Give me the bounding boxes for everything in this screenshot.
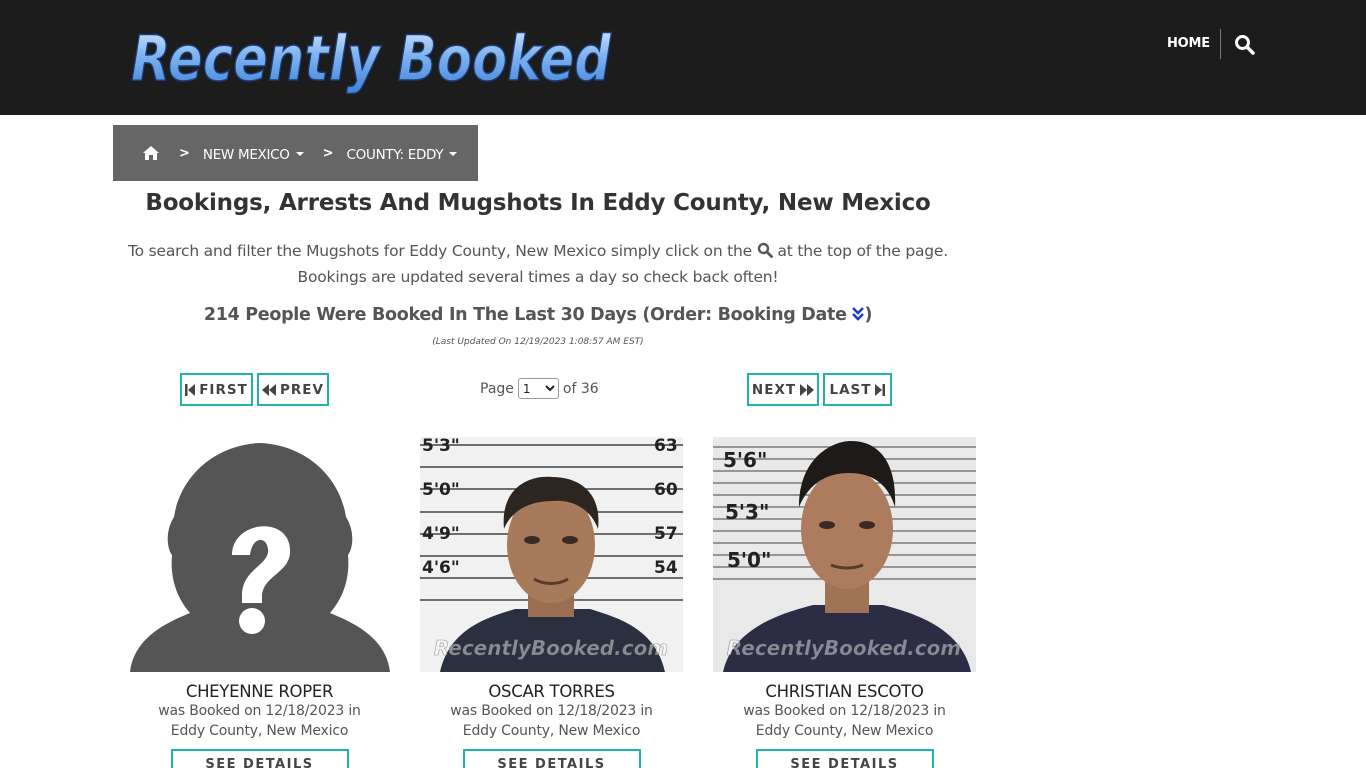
watermark-text: RecentlyBooked.com xyxy=(434,636,668,660)
prev-page-label: PREV xyxy=(280,381,324,398)
height-mark: 57 xyxy=(654,524,678,544)
logo-text: Recently Booked xyxy=(131,22,612,94)
nav-home-link[interactable]: HOME xyxy=(1167,36,1210,51)
search-icon xyxy=(757,240,773,258)
prev-icon xyxy=(262,383,277,396)
page-total: of 36 xyxy=(562,380,599,397)
breadcrumb-separator: > xyxy=(322,145,334,161)
site-logo[interactable]: Recently Booked xyxy=(125,14,620,94)
booking-count: 214 People Were Booked In The Last 30 Da… xyxy=(113,305,963,325)
page-select[interactable]: 1 xyxy=(517,378,559,399)
sort-order-icon[interactable] xyxy=(852,306,865,322)
person-name[interactable]: CHEYENNE ROPER xyxy=(128,682,391,701)
prev-page-button[interactable]: PREV xyxy=(257,373,329,406)
breadcrumb-county-label: COUNTY: EDDY xyxy=(346,146,444,163)
next-page-label: NEXT xyxy=(751,381,797,398)
chevron-down-icon xyxy=(295,152,304,156)
booking-card: 5'3" 5'0" 4'9" 4'6" 63 60 57 54 Recently… xyxy=(420,437,683,768)
booking-info: was Booked on 12/18/2023 in Eddy County,… xyxy=(420,701,683,741)
page-label: Page xyxy=(480,380,514,397)
breadcrumb-state[interactable]: NEW MEXICO xyxy=(203,144,304,163)
booking-location-line: Eddy County, New Mexico xyxy=(170,723,349,739)
first-icon xyxy=(185,383,196,396)
booking-count-close: ) xyxy=(864,305,873,325)
height-mark: 4'6" xyxy=(422,558,460,578)
height-mark: 54 xyxy=(654,558,678,578)
page-selector: Page 1 of 36 xyxy=(480,378,599,399)
home-icon[interactable] xyxy=(142,145,160,161)
breadcrumb-county[interactable]: COUNTY: EDDY xyxy=(347,144,458,163)
intro-text-after: at the top of the page. xyxy=(777,242,949,260)
height-mark: 5'3" xyxy=(725,500,769,524)
height-mark: 63 xyxy=(654,437,678,456)
breadcrumb-state-label: NEW MEXICO xyxy=(202,146,290,163)
height-mark: 4'9" xyxy=(422,524,460,544)
mugshot-placeholder-image[interactable] xyxy=(128,437,391,672)
next-page-button[interactable]: NEXT xyxy=(747,373,819,406)
last-updated: (Last Updated On 12/19/2023 1:08:57 AM E… xyxy=(432,337,644,347)
watermark-text: RecentlyBooked.com xyxy=(727,636,961,660)
last-page-button[interactable]: LAST xyxy=(823,373,892,406)
breadcrumb-separator: > xyxy=(179,145,190,161)
height-mark: 60 xyxy=(654,480,678,500)
site-header: Recently Booked HOME xyxy=(0,0,1366,115)
height-mark: 5'3" xyxy=(422,437,460,456)
height-mark: 5'6" xyxy=(723,448,767,472)
intro-text-before: To search and filter the Mugshots for Ed… xyxy=(128,242,753,260)
first-page-label: FIRST xyxy=(199,381,248,398)
booking-location-line: Eddy County, New Mexico xyxy=(462,723,641,739)
last-icon xyxy=(875,383,886,396)
mugshot-image[interactable]: 5'3" 5'0" 4'9" 4'6" 63 60 57 54 Recently… xyxy=(420,437,683,672)
height-mark: 5'0" xyxy=(727,548,771,572)
last-page-label: LAST xyxy=(829,381,872,398)
booking-date-line: was Booked on 12/18/2023 in xyxy=(450,703,653,719)
booking-location-line: Eddy County, New Mexico xyxy=(755,723,934,739)
search-icon[interactable] xyxy=(1234,34,1256,56)
intro-text-line2: Bookings are updated several times a day… xyxy=(297,268,779,286)
booking-info: was Booked on 12/18/2023 in Eddy County,… xyxy=(713,701,976,741)
breadcrumb: > NEW MEXICO > COUNTY: EDDY xyxy=(113,125,478,181)
booking-date-line: was Booked on 12/18/2023 in xyxy=(743,703,946,719)
see-details-button[interactable]: SEE DETAILS xyxy=(462,749,641,768)
chevron-down-icon xyxy=(449,152,458,156)
see-details-button[interactable]: SEE DETAILS xyxy=(170,749,349,768)
first-page-button[interactable]: FIRST xyxy=(180,373,253,406)
person-name[interactable]: CHRISTIAN ESCOTO xyxy=(713,682,976,701)
mugshot-image[interactable]: 5'6" 5'3" 5'0" RecentlyBooked.com xyxy=(713,437,976,672)
booking-card: 5'6" 5'3" 5'0" RecentlyBooked.com CHRIST… xyxy=(713,437,976,768)
next-icon xyxy=(800,383,815,396)
booking-card: CHEYENNE ROPER was Booked on 12/18/2023 … xyxy=(128,437,391,768)
booking-date-line: was Booked on 12/18/2023 in xyxy=(158,703,361,719)
booking-count-text: 214 People Were Booked In The Last 30 Da… xyxy=(203,305,847,325)
nav-divider xyxy=(1220,29,1221,59)
intro-text: To search and filter the Mugshots for Ed… xyxy=(113,238,963,290)
see-details-button[interactable]: SEE DETAILS xyxy=(755,749,934,768)
page-title: Bookings, Arrests And Mugshots In Eddy C… xyxy=(145,190,931,216)
person-name[interactable]: OSCAR TORRES xyxy=(420,682,683,701)
booking-info: was Booked on 12/18/2023 in Eddy County,… xyxy=(128,701,391,741)
height-mark: 5'0" xyxy=(422,480,460,500)
